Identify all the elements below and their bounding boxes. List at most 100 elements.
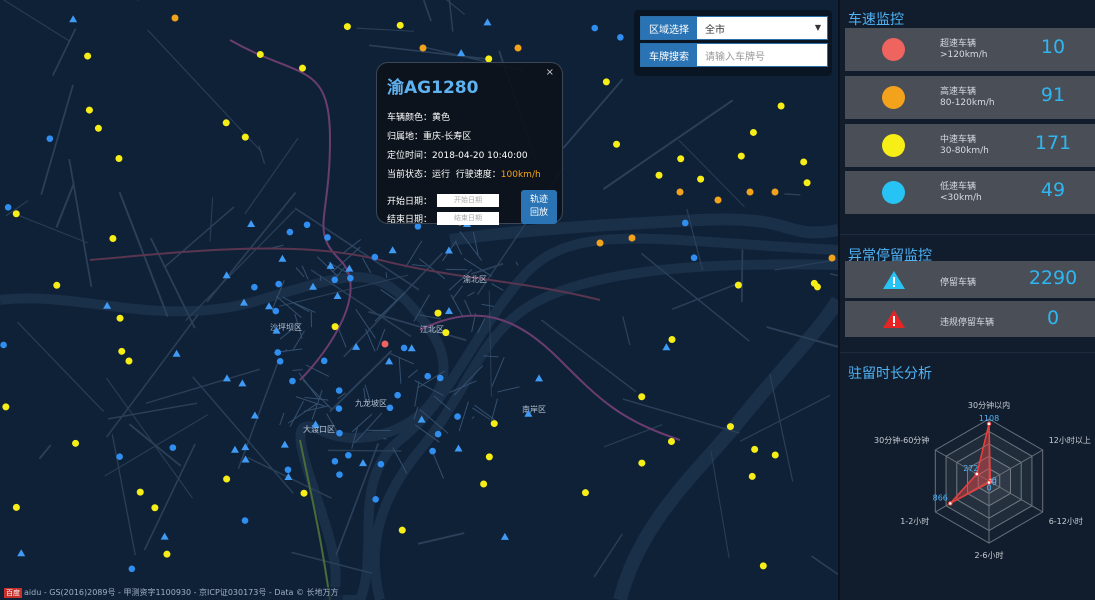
vehicle-marker-low [275, 280, 282, 288]
region-select[interactable]: 区域选择 全市 ▼ [640, 16, 828, 40]
vehicle-marker-medium [118, 347, 126, 355]
end-date-input[interactable]: 结束日期 [437, 211, 499, 225]
vehicle-marker-low [286, 228, 294, 236]
radar-value-label: 272 [963, 464, 978, 473]
stop-warning-marker [444, 306, 453, 314]
radar-point [947, 501, 953, 506]
vehicle-marker-low [46, 135, 54, 142]
start-date-input[interactable]: 开始日期 [437, 193, 499, 207]
lowspeed-count: 49 [1040, 179, 1066, 201]
stop-warning-marker [230, 445, 239, 453]
vehicle-marker-low [372, 496, 379, 503]
road [368, 44, 492, 61]
vehicle-marker-low [320, 357, 328, 365]
vehicle-marker-high [828, 254, 836, 262]
road [622, 398, 740, 434]
speed-row-medium: 中速车辆 30-80km/h 171 [845, 124, 1095, 167]
road [106, 377, 194, 499]
river [0, 233, 838, 600]
vehicle-marker-low [434, 430, 442, 438]
road [481, 303, 494, 307]
radar-indicator-label: 30分钟以内 [968, 400, 1010, 410]
region-value: 全市 [705, 24, 725, 36]
alert-triangle-icon [883, 310, 905, 328]
vehicle-marker-low [274, 349, 282, 356]
vehicle-marker-medium [748, 472, 756, 480]
vehicle-marker-low [331, 458, 339, 465]
vehicle-marker-medium [241, 133, 249, 141]
region-select-value[interactable]: 全市 ▼ [697, 17, 827, 39]
popup-plate-number: 渝AG1280 [387, 78, 479, 98]
vehicle-marker-medium [2, 403, 10, 411]
vehicle-status-row: 当前状态：运行 行驶速度：100km/h [387, 170, 541, 180]
vehicle-marker-medium [667, 437, 675, 445]
vehicle-marker-medium [759, 562, 767, 570]
road [361, 257, 372, 273]
road [411, 264, 427, 267]
road [784, 193, 801, 196]
map-view[interactable]: 九龙坡区 大渡口区 南岸区 渝北区 江北区 沙坪坝区 百度 aidu - GS(2016)2… [0, 0, 838, 600]
road [432, 452, 445, 479]
road [55, 182, 75, 228]
vehicle-marker-medium [398, 526, 406, 534]
duration-title: 驻留时长分析 [848, 366, 932, 382]
vehicle-marker-medium [163, 550, 171, 558]
vehicle-marker-medium [300, 489, 308, 497]
vehicle-marker-low [394, 391, 401, 399]
stop-warning-marker [160, 532, 169, 540]
vehicle-marker-low [424, 372, 432, 380]
map-copyright: 百度 aidu - GS(2016)2089号 - 甲测资字1100930 - 京… [0, 587, 343, 600]
road [209, 197, 214, 242]
stop-warning-marker [247, 219, 256, 227]
close-icon[interactable]: × [546, 67, 554, 78]
vehicle-marker-low [336, 429, 343, 437]
stop-warning-marker [407, 344, 416, 352]
vehicle-marker-medium [726, 423, 734, 431]
vehicle-marker-low [429, 447, 436, 455]
duration-radar-chart: 30分钟以内 12小时以上 6-12小时 2-6小时 1-2小时 30分钟-60分钟 110… [874, 400, 1091, 560]
stats-panel: 车速监控 超速车辆 >120km/h 10 高速车辆 80-120km/h 91… [838, 0, 1095, 600]
stop-row-violation: 违规停留车辆 0 [845, 301, 1095, 337]
road [276, 295, 302, 318]
speed-row-low: 低速车辆 <30km/h 49 [845, 171, 1095, 214]
road [301, 265, 309, 280]
track-replay-button[interactable]: 轨迹 回放 [521, 190, 557, 224]
plate-search[interactable]: 车牌搜索 请输入车牌号 [640, 43, 828, 67]
vehicle-marker-medium [771, 451, 779, 459]
vehicle-marker-medium [12, 210, 20, 218]
road [192, 376, 294, 494]
stop-warning-marker [359, 459, 368, 467]
radar-indicator-label: 2-6小时 [974, 550, 1003, 560]
vehicle-color-row: 车辆颜色：黄色 [387, 113, 451, 123]
road [38, 444, 52, 460]
mediumspeed-dot-icon [882, 134, 905, 157]
radar-indicator-label: 30分钟-60分钟 [874, 435, 929, 445]
copyright-text: aidu - GS(2016)2089号 - 甲测资字1100930 - 京IC… [24, 588, 339, 597]
vehicle-marker-medium [613, 140, 621, 148]
vehicle-marker-low [591, 24, 599, 32]
vehicle-marker-high [171, 14, 179, 22]
road [244, 137, 299, 215]
plate-search-input[interactable]: 请输入车牌号 [697, 44, 827, 66]
road [405, 240, 423, 268]
vehicle-marker-medium [115, 155, 123, 163]
stop-warning-marker [535, 374, 544, 382]
vehicle-marker-medium [602, 78, 610, 86]
road [111, 434, 136, 556]
road [497, 386, 520, 393]
road [258, 145, 266, 164]
dashboard: 九龙坡区 大渡口区 南岸区 渝北区 江北区 沙坪坝区 百度 aidu - GS(2016)2… [0, 0, 1095, 600]
vehicle-marker-medium [803, 179, 811, 187]
vehicle-marker-high [746, 188, 754, 196]
place-label: 大渡口区 [303, 424, 335, 434]
road [137, 0, 139, 1]
road [740, 249, 744, 303]
road [364, 384, 371, 401]
vehicle-time-row: 定位时间：2018-04-20 10:40:00 [387, 151, 528, 161]
vehicle-marker-high [514, 44, 522, 52]
vehicle-marker-low [436, 374, 444, 382]
vehicle-marker-low [386, 404, 394, 412]
road [414, 381, 420, 407]
road [622, 316, 631, 346]
overspeed-count: 10 [1040, 36, 1066, 58]
